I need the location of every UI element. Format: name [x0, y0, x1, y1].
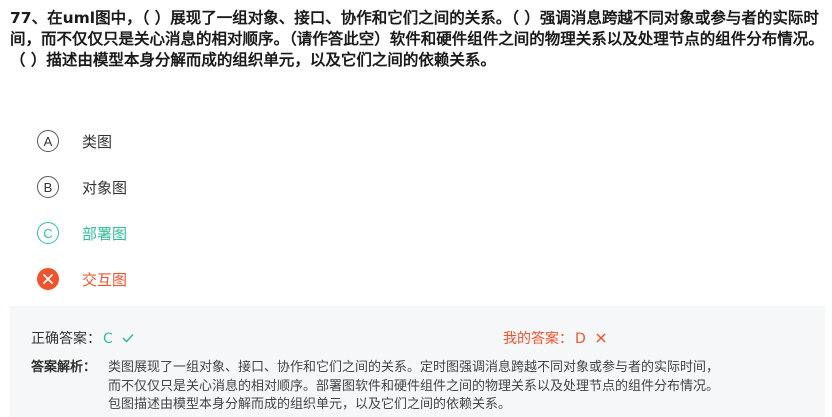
option-c[interactable]: C 部署图 [37, 210, 127, 256]
explanation-line: 类图展现了一组对象、接口、协作和它们之间的关系。定时图强调消息跨越不同对象或参与… [108, 360, 720, 375]
option-b-letter: B [37, 176, 59, 198]
question-separator: 、 [31, 9, 48, 27]
my-answer-label: 我的答案： [503, 331, 573, 347]
correct-answer-value: C [103, 331, 113, 347]
option-a-text: 类图 [82, 132, 113, 151]
my-answer-value: D [575, 331, 586, 347]
check-icon [122, 331, 134, 347]
option-c-letter: C [37, 222, 59, 244]
correct-answer: 正确答案： C [31, 328, 134, 348]
option-c-text: 部署图 [82, 224, 128, 243]
option-b[interactable]: B 对象图 [37, 164, 127, 210]
question-text: 在uml图中，（ ）展现了一组对象、接口、协作和它们之间的关系。（ ）强调消息跨… [10, 9, 824, 69]
explanation-line: 包图描述由模型本身分解而成的组织单元，以及它们之间的依赖关系。 [108, 397, 512, 412]
question-stem: 77、在uml图中，（ ）展现了一组对象、接口、协作和它们之间的关系。（ ）强调… [10, 8, 825, 71]
option-d[interactable]: 交互图 [37, 256, 127, 302]
cross-icon [37, 268, 59, 290]
question-number: 77 [10, 9, 32, 27]
option-a[interactable]: A 类图 [37, 118, 127, 164]
my-answer: 我的答案： D [503, 328, 606, 348]
option-a-letter: A [37, 130, 59, 152]
options-list: A 类图 B 对象图 C 部署图 交互图 [37, 118, 127, 302]
correct-answer-label: 正确答案： [31, 331, 101, 347]
option-d-text: 交互图 [82, 270, 128, 289]
explanation-body: 类图展现了一组对象、接口、协作和它们之间的关系。定时图强调消息跨越不同对象或参与… [108, 359, 808, 415]
explanation-line: 而不仅仅只是关心消息的相对顺序。部署图软件和硬件组件之间的物理关系以及处理节点的… [108, 378, 720, 394]
answer-panel: 正确答案： C 我的答案： D 答案解析： 类图展现了一组对象、接口、协作和它们之间… [10, 306, 825, 417]
cross-icon [596, 331, 606, 347]
option-b-text: 对象图 [82, 178, 128, 197]
explanation-label: 答案解析： [31, 360, 97, 375]
